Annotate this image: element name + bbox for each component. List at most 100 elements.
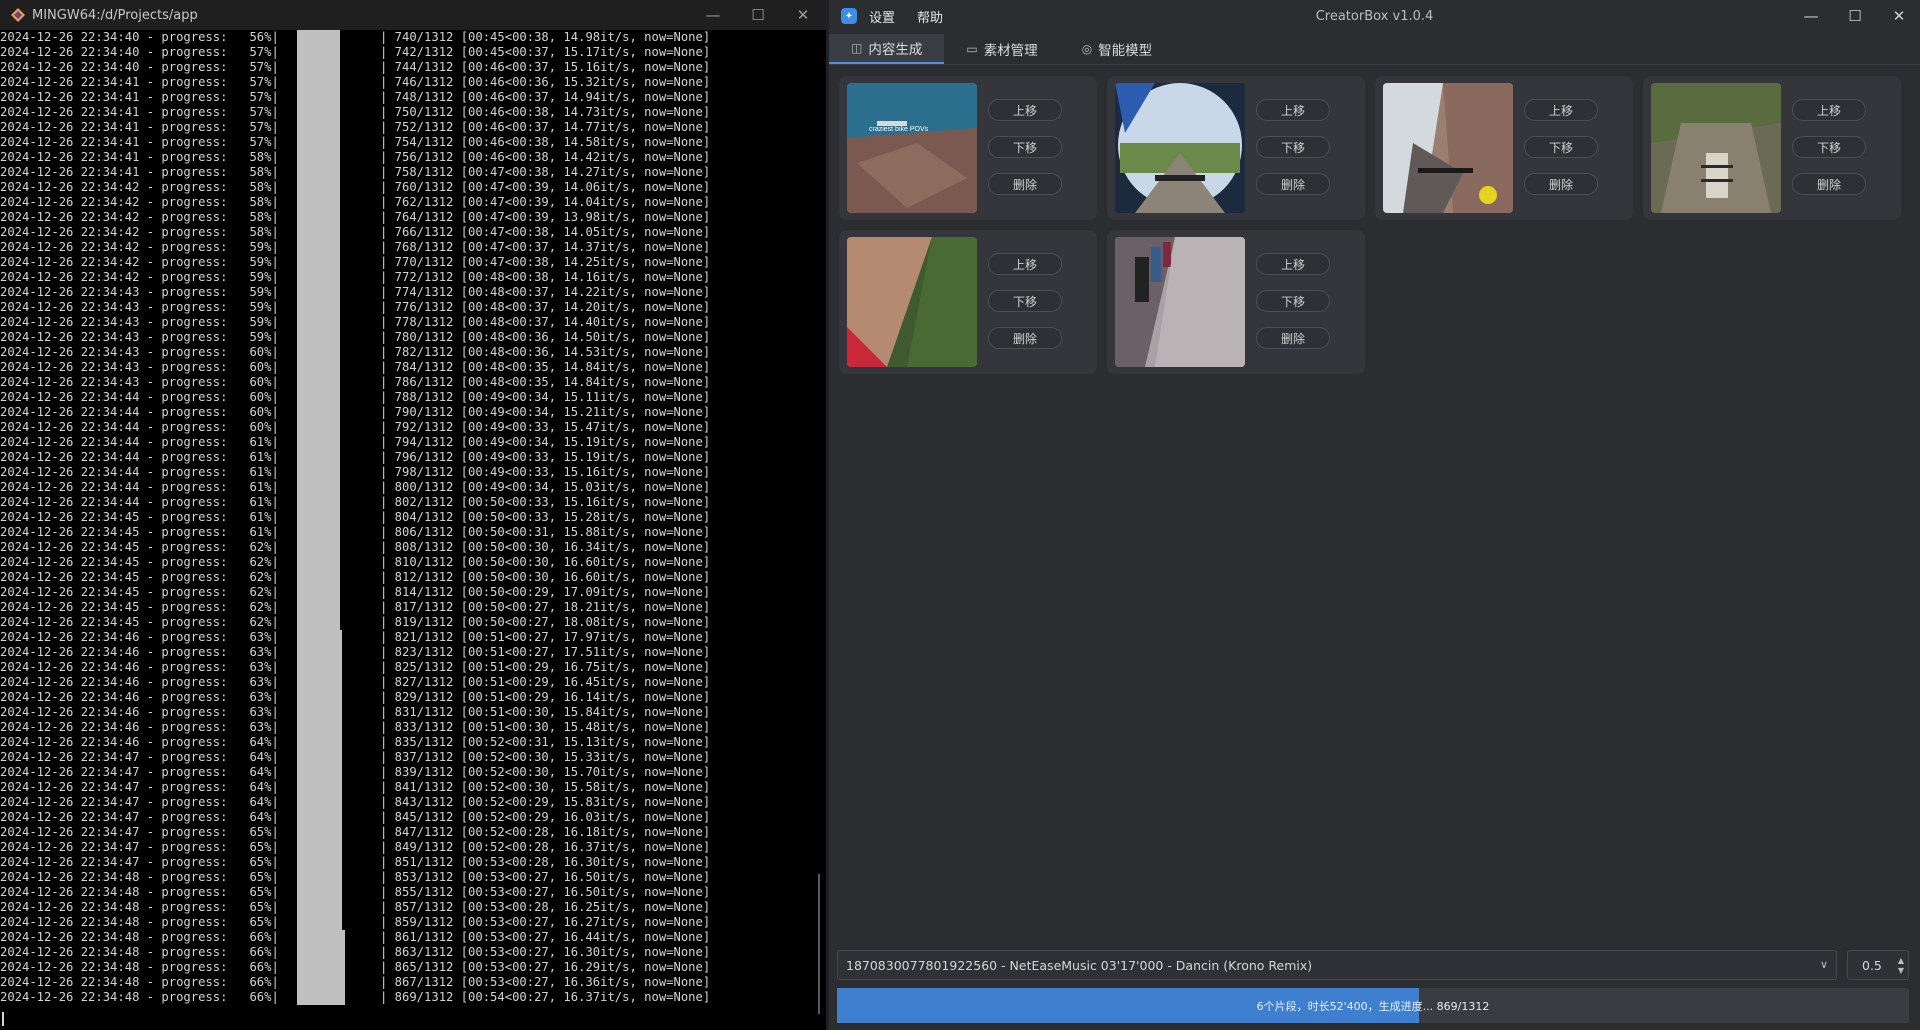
maximize-icon[interactable]: ☐ (735, 0, 781, 30)
terminal-line: 2024-12-26 22:34:42 - progress: 59%| | 77… (0, 270, 826, 285)
menu-settings[interactable]: 设置 (869, 7, 895, 26)
log-progress: | 764/1312 [00:47<00:39, 13.98it/s, now=… (380, 210, 711, 224)
tqdm-bar (297, 915, 342, 930)
delete-button[interactable]: 删除 (988, 327, 1062, 349)
menu-help[interactable]: 帮助 (917, 7, 943, 26)
move-up-button[interactable]: 上移 (1792, 99, 1866, 121)
terminal-line: 2024-12-26 22:34:43 - progress: 60%| | 78… (0, 345, 826, 360)
tqdm-bar (297, 480, 340, 495)
terminal-line: 2024-12-26 22:34:43 - progress: 59%| | 77… (0, 285, 826, 300)
log-prefix: 2024-12-26 22:34:48 - progress: 66%| (0, 945, 279, 959)
music-select[interactable]: 1870830077801922560 - NetEaseMusic 03'17… (837, 950, 1837, 980)
close-icon[interactable]: ✕ (1877, 0, 1920, 32)
log-prefix: 2024-12-26 22:34:41 - progress: 57%| (0, 135, 279, 149)
tqdm-bar (297, 195, 340, 210)
tqdm-bar (297, 930, 345, 945)
log-prefix: 2024-12-26 22:34:43 - progress: 60%| (0, 375, 279, 389)
log-prefix: 2024-12-26 22:34:44 - progress: 60%| (0, 390, 279, 404)
tab-asset-management[interactable]: ▭ 素材管理 (944, 34, 1059, 64)
log-prefix: 2024-12-26 22:34:47 - progress: 65%| (0, 840, 279, 854)
log-progress: | 778/1312 [00:48<00:37, 14.40it/s, now=… (380, 315, 711, 329)
terminal-line: 2024-12-26 22:34:43 - progress: 60%| | 78… (0, 360, 826, 375)
tqdm-bar (297, 255, 340, 270)
clip-thumbnail[interactable] (1383, 83, 1513, 213)
minimize-icon[interactable]: — (1789, 0, 1833, 32)
move-down-button[interactable]: 下移 (1524, 136, 1598, 158)
terminal-line: 2024-12-26 22:34:44 - progress: 60%| | 78… (0, 390, 826, 405)
tqdm-bar (297, 825, 342, 840)
tqdm-bar (297, 840, 342, 855)
log-prefix: 2024-12-26 22:34:44 - progress: 60%| (0, 420, 279, 434)
tqdm-bar (297, 855, 342, 870)
chevron-down-icon[interactable]: ∨ (1820, 958, 1828, 971)
move-down-button[interactable]: 下移 (1256, 136, 1330, 158)
tab-content-generation[interactable]: ◫ 内容生成 (829, 34, 945, 64)
log-prefix: 2024-12-26 22:34:48 - progress: 65%| (0, 885, 279, 899)
log-progress: | 855/1312 [00:53<00:27, 16.50it/s, now=… (380, 885, 711, 899)
move-down-button[interactable]: 下移 (1792, 136, 1866, 158)
tqdm-bar (297, 675, 342, 690)
terminal-line: 2024-12-26 22:34:40 - progress: 57%| | 74… (0, 60, 826, 75)
log-progress: | 780/1312 [00:48<00:36, 14.50it/s, now=… (380, 330, 711, 344)
move-down-button[interactable]: 下移 (1256, 290, 1330, 312)
log-progress: | 782/1312 [00:48<00:36, 14.53it/s, now=… (380, 345, 711, 359)
move-up-button[interactable]: 上移 (1524, 99, 1598, 121)
clip-thumbnail[interactable]: craziest bike POVs (847, 83, 977, 213)
log-prefix: 2024-12-26 22:34:44 - progress: 61%| (0, 480, 279, 494)
log-progress: | 796/1312 [00:49<00:33, 15.19it/s, now=… (380, 450, 711, 464)
move-down-button[interactable]: 下移 (988, 136, 1062, 158)
tab-label: 智能模型 (1098, 43, 1153, 59)
log-progress: | 762/1312 [00:47<00:39, 14.04it/s, now=… (380, 195, 711, 209)
tqdm-bar (297, 555, 340, 570)
tqdm-bar (297, 885, 342, 900)
spin-down-icon[interactable]: ▼ (1898, 966, 1904, 975)
delete-button[interactable]: 删除 (988, 173, 1062, 195)
delete-button[interactable]: 删除 (1256, 327, 1330, 349)
move-up-button[interactable]: 上移 (1256, 253, 1330, 275)
spin-up-icon[interactable]: ▲ (1898, 956, 1904, 965)
log-prefix: 2024-12-26 22:34:42 - progress: 59%| (0, 240, 279, 254)
clip-thumbnail[interactable] (1651, 83, 1781, 213)
log-progress: | 784/1312 [00:48<00:35, 14.84it/s, now=… (380, 360, 711, 374)
tqdm-bar (297, 570, 340, 585)
move-down-button[interactable]: 下移 (988, 290, 1062, 312)
log-prefix: 2024-12-26 22:34:41 - progress: 57%| (0, 120, 279, 134)
log-prefix: 2024-12-26 22:34:45 - progress: 62%| (0, 585, 279, 599)
clip-thumbnail[interactable] (1115, 237, 1245, 367)
terminal-window[interactable]: MINGW64:/d/Projects/app — ☐ ✕ 2024-12-26… (0, 0, 826, 1030)
terminal-line: 2024-12-26 22:34:48 - progress: 65%| | 85… (0, 885, 826, 900)
tqdm-bar (297, 330, 340, 345)
tab-ai-model[interactable]: ◎ 智能模型 (1060, 34, 1174, 64)
clip-thumbnail[interactable] (847, 237, 977, 367)
maximize-icon[interactable]: ☐ (1833, 0, 1877, 32)
log-progress: | 750/1312 [00:46<00:38, 14.73it/s, now=… (380, 105, 711, 119)
terminal-scrollbar[interactable] (818, 874, 820, 1014)
log-prefix: 2024-12-26 22:34:41 - progress: 57%| (0, 105, 279, 119)
move-up-button[interactable]: 上移 (1256, 99, 1330, 121)
ratio-spinbox[interactable]: 0.5 ▲ ▼ (1847, 950, 1909, 980)
minimize-icon[interactable]: — (690, 0, 736, 30)
log-prefix: 2024-12-26 22:34:47 - progress: 64%| (0, 780, 279, 794)
log-progress: | 812/1312 [00:50<00:30, 16.60it/s, now=… (380, 570, 711, 584)
delete-button[interactable]: 删除 (1792, 173, 1866, 195)
tqdm-bar (297, 390, 340, 405)
move-up-button[interactable]: 上移 (988, 99, 1062, 121)
log-prefix: 2024-12-26 22:34:48 - progress: 66%| (0, 960, 279, 974)
clip-thumbnail[interactable] (1115, 83, 1245, 213)
clip-card: 上移 下移 删除 (1643, 76, 1901, 220)
tqdm-bar (297, 660, 342, 675)
delete-button[interactable]: 删除 (1256, 173, 1330, 195)
log-progress: | 748/1312 [00:46<00:37, 14.94it/s, now=… (380, 90, 711, 104)
close-icon[interactable]: ✕ (780, 0, 826, 30)
move-up-button[interactable]: 上移 (988, 253, 1062, 275)
terminal-line: 2024-12-26 22:34:44 - progress: 61%| | 79… (0, 465, 826, 480)
log-progress: | 869/1312 [00:54<00:27, 16.37it/s, now=… (380, 990, 711, 1004)
log-prefix: 2024-12-26 22:34:46 - progress: 64%| (0, 735, 279, 749)
terminal-line: 2024-12-26 22:34:41 - progress: 57%| | 75… (0, 120, 826, 135)
terminal-line: 2024-12-26 22:34:44 - progress: 60%| | 79… (0, 420, 826, 435)
log-progress: | 857/1312 [00:53<00:28, 16.25it/s, now=… (380, 900, 711, 914)
terminal-line: 2024-12-26 22:34:41 - progress: 57%| | 74… (0, 90, 826, 105)
ai-icon: ◎ (1081, 42, 1093, 56)
terminal-line: 2024-12-26 22:34:40 - progress: 57%| | 74… (0, 45, 826, 60)
delete-button[interactable]: 删除 (1524, 173, 1598, 195)
